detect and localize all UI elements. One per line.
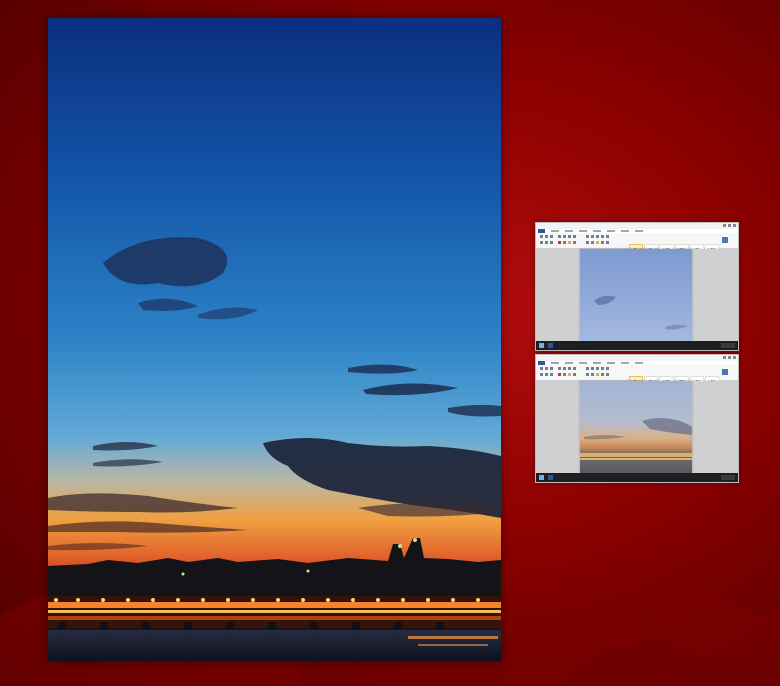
system-tray — [721, 343, 735, 348]
word-app-icon[interactable] — [548, 475, 553, 480]
taskbar — [536, 473, 738, 482]
start-icon[interactable] — [539, 343, 544, 348]
document-thumbnail-2[interactable]: AaBbCcD AaBbCcD AaBb AaBbC AaBbC AaBbC — [535, 354, 739, 483]
page-image-sky-bottom — [580, 418, 692, 460]
document-edit-pane — [536, 381, 738, 473]
document-page — [580, 249, 692, 341]
page-image-sky-top — [594, 295, 688, 330]
word-app-icon[interactable] — [548, 343, 553, 348]
start-icon[interactable] — [539, 475, 544, 480]
document-edit-pane — [536, 249, 738, 341]
sunset-photo — [48, 18, 501, 661]
document-thumbnail-1[interactable]: AaBbCcD AaBbCcD AaBb AaBbC AaBbC AaBbC — [535, 222, 739, 351]
document-page — [580, 381, 692, 473]
ribbon-toolbar: AaBbCcD AaBbCcD AaBb AaBbC AaBbC AaBbC — [536, 233, 738, 254]
taskbar — [536, 341, 738, 350]
window-controls — [723, 224, 736, 228]
poster-image — [48, 18, 501, 661]
window-controls — [723, 356, 736, 360]
ribbon-toolbar: AaBbCcD AaBbCcD AaBb AaBbC AaBbC AaBbC — [536, 365, 738, 386]
system-tray — [721, 475, 735, 480]
